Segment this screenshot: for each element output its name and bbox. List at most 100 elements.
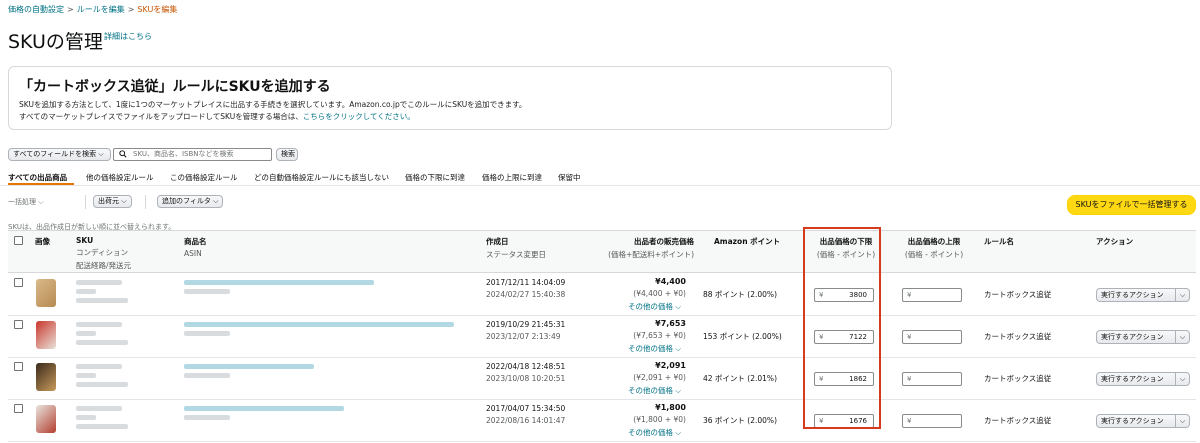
- row-checkbox[interactable]: [14, 320, 23, 329]
- detail-link[interactable]: 詳細はこちら: [104, 31, 152, 42]
- shipping-redacted: [76, 340, 128, 345]
- tab-max-reached[interactable]: 価格の上限に到達: [482, 172, 542, 183]
- shipping-filter-label: 出荷元: [98, 197, 119, 205]
- max-price-input[interactable]: ¥: [902, 330, 962, 344]
- other-prices-link[interactable]: その他の価格 ⌵: [628, 343, 681, 354]
- toolbar-divider: [85, 195, 86, 209]
- col-product-name[interactable]: 商品名 ASIN: [184, 236, 207, 258]
- amazon-points: 36 ポイント (2.00%): [703, 416, 777, 425]
- col-price[interactable]: 出品者の販売価格 (価格+配送料+ポイント): [604, 236, 694, 260]
- product-name-link[interactable]: [184, 364, 314, 369]
- row-checkbox[interactable]: [14, 278, 23, 287]
- col-image: 画像: [35, 237, 50, 246]
- chevron-down-icon: ⌵: [1175, 331, 1189, 343]
- search-input[interactable]: SKU、商品名、ISBNなどを検索: [113, 148, 272, 161]
- seller-price: ¥4,400: [655, 277, 686, 286]
- created-date: 2022/04/18 12:48:51: [486, 362, 566, 371]
- action-select[interactable]: 実行するアクション ⌵: [1096, 372, 1190, 386]
- product-thumbnail[interactable]: [36, 405, 56, 433]
- breadcrumb-current: SKUを編集: [137, 5, 178, 14]
- search-button[interactable]: 検索: [276, 148, 298, 161]
- search-placeholder: SKU、商品名、ISBNなどを検索: [133, 150, 234, 158]
- chevron-down-icon: ⌵: [675, 344, 682, 353]
- chevron-down-icon: ⌵: [675, 302, 682, 311]
- status-changed-date: 2022/08/16 14:01:47: [486, 416, 566, 425]
- created-date: 2019/10/29 21:45:31: [486, 320, 566, 329]
- tab-other-rules[interactable]: 他の価格設定ルール: [86, 172, 154, 183]
- other-prices-link[interactable]: その他の価格 ⌵: [628, 301, 681, 312]
- search-field-label: すべてのフィールドを検索: [13, 150, 97, 158]
- upload-page-link[interactable]: こちらをクリックしてください。: [303, 112, 415, 121]
- product-thumbnail[interactable]: [36, 363, 56, 391]
- highlight-box: [803, 227, 881, 429]
- search-field-select[interactable]: すべてのフィールドを検索 ⌵: [8, 148, 111, 161]
- row-checkbox[interactable]: [14, 404, 23, 413]
- chevron-down-icon: ⌵: [1175, 373, 1189, 385]
- chevron-down-icon: ⌵: [1175, 289, 1189, 301]
- row-checkbox[interactable]: [14, 362, 23, 371]
- chevron-down-icon: ⌵: [675, 428, 682, 437]
- status-changed-date: 2023/10/08 10:20:51: [486, 374, 566, 383]
- chevron-down-icon: ⌵: [213, 197, 219, 205]
- amazon-points: 153 ポイント (2.00%): [703, 332, 782, 341]
- bulk-action-label: 一括処理: [8, 198, 36, 206]
- condition-redacted: [76, 415, 96, 420]
- max-price-input[interactable]: ¥: [902, 372, 962, 386]
- chevron-down-icon: ⌵: [675, 386, 682, 395]
- col-created-date[interactable]: 作成日 ステータス変更日: [486, 236, 546, 260]
- seller-price: ¥7,653: [655, 319, 686, 328]
- product-thumbnail[interactable]: [36, 279, 56, 307]
- rule-name: カートボックス追従: [984, 332, 1052, 341]
- product-name-link[interactable]: [184, 280, 374, 285]
- page-title: SKUの管理: [8, 31, 103, 53]
- tab-min-reached[interactable]: 価格の下限に到達: [405, 172, 465, 183]
- tab-all-listings[interactable]: すべての出品商品: [8, 172, 67, 183]
- col-sku[interactable]: SKU コンディション 配送経路/発送元: [76, 236, 131, 271]
- other-prices-link[interactable]: その他の価格 ⌵: [628, 427, 681, 438]
- tab-no-rule[interactable]: どの自動価格設定ルールにも該当しない: [254, 172, 389, 183]
- price-breakdown: (¥1,800 + ¥0): [633, 415, 686, 424]
- col-action: アクション: [1096, 237, 1134, 246]
- shipping-redacted: [76, 298, 128, 303]
- bulk-action-select[interactable]: 一括処理 ⌵: [8, 197, 44, 207]
- col-max-price[interactable]: 出品価格の上限 (価格 - ポイント): [896, 236, 972, 260]
- product-name-link[interactable]: [184, 406, 344, 411]
- max-price-input[interactable]: ¥: [902, 288, 962, 302]
- action-select[interactable]: 実行するアクション ⌵: [1096, 288, 1190, 302]
- info-text: SKUを追加する方法として、1度に1つのマーケットプレイスに出品する手続きを選択…: [19, 100, 527, 109]
- chevron-down-icon: ⌵: [1175, 415, 1189, 427]
- action-select[interactable]: 実行するアクション ⌵: [1096, 414, 1190, 428]
- other-prices-link[interactable]: その他の価格 ⌵: [628, 385, 681, 396]
- chevron-down-icon: ⌵: [38, 198, 44, 206]
- action-select[interactable]: 実行するアクション ⌵: [1096, 330, 1190, 344]
- tab-pending[interactable]: 保留中: [558, 172, 581, 183]
- max-price-input[interactable]: ¥: [902, 414, 962, 428]
- price-breakdown: (¥7,653 + ¥0): [633, 331, 686, 340]
- chevron-down-icon: ⌵: [121, 197, 127, 205]
- breadcrumb-pricing[interactable]: 価格の自動設定: [8, 5, 64, 14]
- info-text-2: すべてのマーケットプレイスでファイルをアップロードしてSKUを管理する場合は、こ…: [19, 111, 415, 122]
- info-box: 「カートボックス追従」ルールにSKUを追加する SKUを追加する方法として、1度…: [8, 66, 892, 130]
- rule-name: カートボックス追従: [984, 416, 1052, 425]
- breadcrumb: 価格の自動設定 > ルールを編集 > SKUを編集: [8, 4, 177, 15]
- add-filter-button[interactable]: 追加のフィルタ ⌵: [157, 195, 224, 208]
- sku-redacted: [76, 406, 122, 411]
- chevron-down-icon: ⌵: [98, 150, 104, 158]
- col-points[interactable]: Amazon ポイント: [714, 236, 780, 247]
- product-thumbnail[interactable]: [36, 321, 56, 349]
- breadcrumb-edit-rule[interactable]: ルールを編集: [77, 5, 125, 14]
- bulk-upload-button[interactable]: SKUをファイルで一括管理する: [1067, 195, 1196, 215]
- toolbar-divider: [145, 195, 146, 209]
- price-breakdown: (¥2,091 + ¥0): [633, 373, 686, 382]
- status-changed-date: 2024/02/27 15:40:38: [486, 290, 566, 299]
- select-all-checkbox[interactable]: [14, 236, 23, 245]
- info-text-prefix: すべてのマーケットプレイスでファイルをアップロードしてSKUを管理する場合は、: [19, 112, 303, 121]
- shipping-filter-button[interactable]: 出荷元 ⌵: [93, 195, 132, 208]
- table-row: 2017/12/11 14:04:09 2024/02/27 15:40:38 …: [8, 274, 1196, 316]
- tabs-divider: [0, 185, 1200, 186]
- info-title: 「カートボックス追従」ルールにSKUを追加する: [19, 79, 331, 95]
- product-name-link[interactable]: [184, 322, 454, 327]
- tab-this-rule[interactable]: この価格設定ルール: [170, 172, 238, 183]
- price-breakdown: (¥4,400 + ¥0): [633, 289, 686, 298]
- condition-redacted: [76, 289, 96, 294]
